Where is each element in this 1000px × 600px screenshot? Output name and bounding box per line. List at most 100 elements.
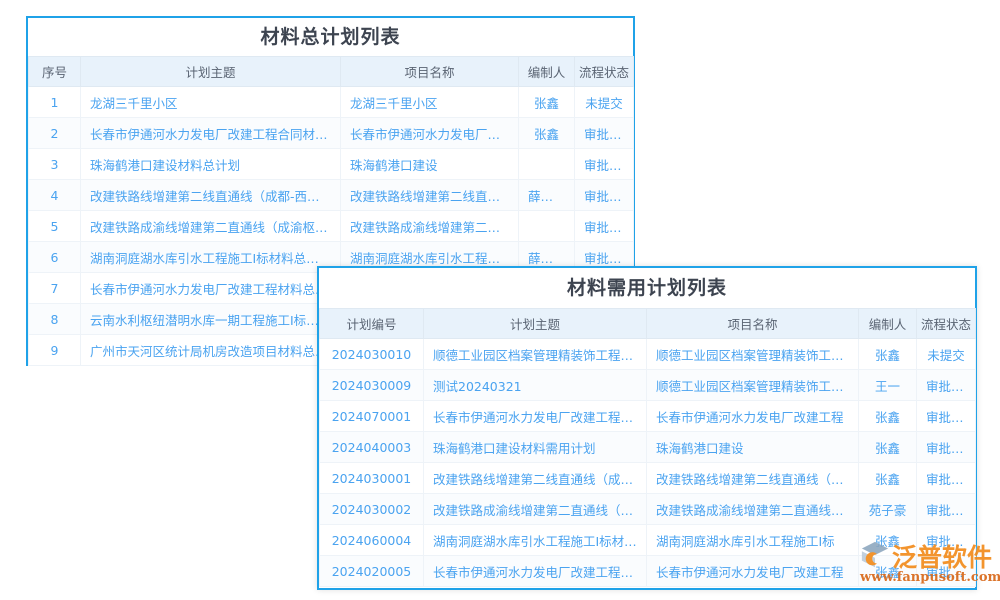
cell-project: 龙湖三千里小区 (341, 87, 519, 118)
cell-subject[interactable]: 珠海鹤港口建设材料总计划 (81, 149, 341, 180)
cell-index: 1 (29, 87, 81, 118)
cell-subject[interactable]: 改建铁路线增建第二线直通线（成都-西安）… (81, 180, 341, 211)
table-row[interactable]: 3珠海鹤港口建设材料总计划珠海鹤港口建设 审批通过 (29, 149, 634, 180)
table-row[interactable]: 2024060004湖南洞庭湖水库引水工程施工I标材…湖南洞庭湖水库引水工程施工… (320, 525, 976, 556)
col-header-status[interactable]: 流程状态 (575, 57, 634, 87)
cell-project: 珠海鹤港口建设 (647, 432, 859, 463)
cell-index: 2 (29, 118, 81, 149)
col-header-subject[interactable]: 计划主题 (81, 57, 341, 87)
cell-project: 改建铁路线增建第二线直通线（… (341, 180, 519, 211)
demand-plan-panel: 材料需用计划列表 计划编号 计划主题 项目名称 编制人 流程状态 2024030… (317, 266, 977, 590)
col-header-index[interactable]: 序号 (29, 57, 81, 87)
cell-code: 2024030009 (320, 370, 424, 401)
table-row[interactable]: 2024030001改建铁路线增建第二线直通线（成都…改建铁路线增建第二线直通线… (320, 463, 976, 494)
total-plan-title: 材料总计划列表 (28, 18, 633, 56)
cell-code: 2024040003 (320, 432, 424, 463)
cell-code: 2024060004 (320, 525, 424, 556)
table-row[interactable]: 2024040003珠海鹤港口建设材料需用计划珠海鹤港口建设张鑫审批通过 (320, 432, 976, 463)
cell-subject[interactable]: 长春市伊通河水力发电厂改建工程合同材料… (81, 118, 341, 149)
cell-index: 4 (29, 180, 81, 211)
cell-project: 改建铁路成渝线增建第二直通线… (341, 211, 519, 242)
cell-project: 湖南洞庭湖水库引水工程施工I标 (647, 525, 859, 556)
table-row[interactable]: 2024030010顺德工业园区档案管理精装饰工程（…顺德工业园区档案管理精装饰… (320, 339, 976, 370)
cell-status: 审批通过 (575, 118, 634, 149)
cell-index: 5 (29, 211, 81, 242)
cell-status: 审批通过 (917, 556, 976, 587)
cell-author: 张鑫 (859, 401, 917, 432)
demand-plan-title: 材料需用计划列表 (319, 268, 975, 308)
cell-subject[interactable]: 广州市天河区统计局机房改造项目材料总计划 (81, 335, 341, 366)
cell-project: 长春市伊通河水力发电厂改建工程 (341, 118, 519, 149)
cell-author (519, 211, 575, 242)
cell-project: 珠海鹤港口建设 (341, 149, 519, 180)
cell-author: 张鑫 (519, 118, 575, 149)
cell-status: 审批通过 (917, 525, 976, 556)
cell-author: 苑子豪 (859, 494, 917, 525)
cell-project: 长春市伊通河水力发电厂改建工程 (647, 401, 859, 432)
table-row[interactable]: 2长春市伊通河水力发电厂改建工程合同材料…长春市伊通河水力发电厂改建工程张鑫审批… (29, 118, 634, 149)
table-row[interactable]: 5改建铁路成渝线增建第二直通线（成渝枢纽…改建铁路成渝线增建第二直通线… 审批通过 (29, 211, 634, 242)
cell-project: 长春市伊通河水力发电厂改建工程 (647, 556, 859, 587)
cell-subject[interactable]: 湖南洞庭湖水库引水工程施工I标材料总计划 (81, 242, 341, 273)
col-header-author[interactable]: 编制人 (859, 309, 917, 339)
col-header-project[interactable]: 项目名称 (341, 57, 519, 87)
cell-subject[interactable]: 测试20240321 (424, 370, 647, 401)
table-row[interactable]: 2024030009测试20240321顺德工业园区档案管理精装饰工程（…王一审… (320, 370, 976, 401)
cell-index: 7 (29, 273, 81, 304)
cell-status: 审批通过 (917, 463, 976, 494)
cell-code: 2024030001 (320, 463, 424, 494)
cell-status: 审批通过 (917, 401, 976, 432)
cell-code: 2024030010 (320, 339, 424, 370)
cell-subject[interactable]: 改建铁路成渝线增建第二直通线（成… (424, 494, 647, 525)
cell-index: 6 (29, 242, 81, 273)
cell-status: 审批通过 (917, 494, 976, 525)
cell-author: 张鑫 (859, 339, 917, 370)
cell-code: 2024020005 (320, 556, 424, 587)
total-plan-header-row: 序号 计划主题 项目名称 编制人 流程状态 (29, 57, 634, 87)
cell-subject[interactable]: 长春市伊通河水力发电厂改建工程材料总计划 (81, 273, 341, 304)
demand-plan-header-row: 计划编号 计划主题 项目名称 编制人 流程状态 (320, 309, 976, 339)
cell-subject[interactable]: 改建铁路线增建第二线直通线（成都… (424, 463, 647, 494)
table-row[interactable]: 1龙湖三千里小区龙湖三千里小区张鑫未提交 (29, 87, 634, 118)
cell-status: 审批通过 (575, 211, 634, 242)
cell-status: 审批通过 (575, 149, 634, 180)
table-row[interactable]: 2024030002改建铁路成渝线增建第二直通线（成…改建铁路成渝线增建第二直通… (320, 494, 976, 525)
cell-index: 9 (29, 335, 81, 366)
cell-status: 审批通过 (917, 432, 976, 463)
cell-subject[interactable]: 龙湖三千里小区 (81, 87, 341, 118)
cell-code: 2024070001 (320, 401, 424, 432)
col-header-subject[interactable]: 计划主题 (424, 309, 647, 339)
cell-author: 王一 (859, 370, 917, 401)
table-row[interactable]: 4改建铁路线增建第二线直通线（成都-西安）…改建铁路线增建第二线直通线（…薛保丰… (29, 180, 634, 211)
col-header-status[interactable]: 流程状态 (917, 309, 976, 339)
table-row[interactable]: 2024070001长春市伊通河水力发电厂改建工程合…长春市伊通河水力发电厂改建… (320, 401, 976, 432)
cell-subject[interactable]: 长春市伊通河水力发电厂改建工程材… (424, 556, 647, 587)
cell-author: 薛保丰 (519, 180, 575, 211)
cell-subject[interactable]: 湖南洞庭湖水库引水工程施工I标材… (424, 525, 647, 556)
cell-author (519, 149, 575, 180)
cell-project: 改建铁路线增建第二线直通线（成都… (647, 463, 859, 494)
cell-author: 张鑫 (859, 525, 917, 556)
cell-subject[interactable]: 长春市伊通河水力发电厂改建工程合… (424, 401, 647, 432)
cell-project: 顺德工业园区档案管理精装饰工程（… (647, 339, 859, 370)
cell-author: 张鑫 (859, 556, 917, 587)
cell-subject[interactable]: 珠海鹤港口建设材料需用计划 (424, 432, 647, 463)
demand-plan-table: 计划编号 计划主题 项目名称 编制人 流程状态 2024030010顺德工业园区… (319, 308, 976, 587)
cell-subject[interactable]: 云南水利枢纽潜明水库一期工程施工I标材料… (81, 304, 341, 335)
cell-code: 2024030002 (320, 494, 424, 525)
cell-status: 未提交 (575, 87, 634, 118)
cell-subject[interactable]: 改建铁路成渝线增建第二直通线（成渝枢纽… (81, 211, 341, 242)
table-row[interactable]: 2024020005长春市伊通河水力发电厂改建工程材…长春市伊通河水力发电厂改建… (320, 556, 976, 587)
cell-status: 审批通过 (917, 370, 976, 401)
cell-project: 改建铁路成渝线增建第二直通线（成… (647, 494, 859, 525)
col-header-project[interactable]: 项目名称 (647, 309, 859, 339)
cell-subject[interactable]: 顺德工业园区档案管理精装饰工程（… (424, 339, 647, 370)
cell-index: 8 (29, 304, 81, 335)
cell-project: 顺德工业园区档案管理精装饰工程（… (647, 370, 859, 401)
cell-author: 张鑫 (519, 87, 575, 118)
col-header-code[interactable]: 计划编号 (320, 309, 424, 339)
col-header-author[interactable]: 编制人 (519, 57, 575, 87)
cell-index: 3 (29, 149, 81, 180)
cell-status: 审批通过 (575, 180, 634, 211)
cell-author: 张鑫 (859, 432, 917, 463)
